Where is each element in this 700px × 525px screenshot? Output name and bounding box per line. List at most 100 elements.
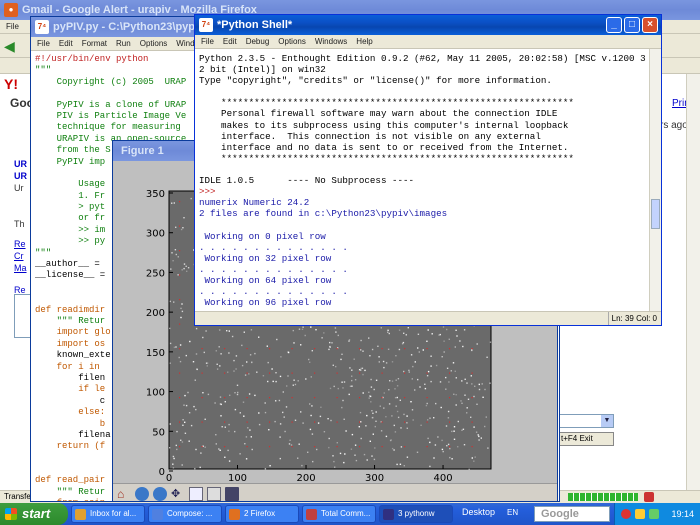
desktop-toolbar-label[interactable]: Desktop: [462, 507, 495, 517]
particle: [337, 387, 339, 390]
vector-marker: [336, 348, 338, 350]
particle: [377, 345, 379, 347]
dropdown-select[interactable]: ▼: [556, 414, 614, 428]
particle: [462, 428, 465, 430]
firefox-menu-file[interactable]: File: [6, 20, 19, 33]
particle: [235, 355, 238, 357]
particle: [341, 381, 343, 383]
particle: [266, 345, 268, 347]
shell-menu-debug[interactable]: Debug: [246, 35, 270, 48]
task-total-commander[interactable]: Total Comm...: [302, 505, 376, 523]
editor-menu-run[interactable]: Run: [116, 37, 131, 50]
particle: [237, 391, 239, 394]
particle: [489, 382, 491, 384]
particle: [383, 407, 385, 409]
editor-menu-options[interactable]: Options: [140, 37, 168, 50]
close-icon[interactable]: ×: [642, 17, 658, 33]
particle: [437, 436, 439, 438]
particle: [351, 379, 353, 382]
particle: [453, 393, 455, 395]
particle: [449, 456, 451, 459]
particle: [274, 420, 276, 423]
task-compose[interactable]: Compose: ...: [148, 505, 222, 523]
yahoo-logo[interactable]: Y!: [4, 76, 18, 92]
forward-icon[interactable]: [153, 487, 167, 501]
task-pythonw[interactable]: 3 pythonw: [379, 505, 453, 523]
clock: 19:14: [671, 509, 694, 519]
zoom-icon[interactable]: [189, 487, 203, 501]
shell-titlebar[interactable]: 7⁴ *Python Shell* _ □ ×: [195, 15, 661, 35]
shell-menu-edit[interactable]: Edit: [223, 35, 237, 48]
particle: [391, 380, 394, 382]
vector-marker: [246, 348, 248, 350]
page-scrollbar[interactable]: [686, 74, 700, 490]
vector-marker: [201, 348, 203, 350]
vector-marker: [381, 348, 383, 350]
particle: [396, 410, 399, 413]
particle: [342, 387, 344, 389]
x-tick-label: 100: [228, 473, 247, 483]
particle: [218, 448, 220, 450]
particle: [451, 430, 453, 433]
firefox-icon: ●: [4, 3, 18, 17]
particle: [360, 437, 362, 440]
python-icon: 7⁴: [35, 20, 49, 34]
particle: [385, 416, 387, 418]
save-icon[interactable]: [225, 487, 239, 501]
particle: [430, 380, 432, 383]
particle: [308, 358, 310, 361]
task-firefox[interactable]: 2 Firefox: [225, 505, 299, 523]
maximize-icon[interactable]: □: [624, 17, 640, 33]
shell-menu-file[interactable]: File: [201, 35, 214, 48]
particle: [175, 444, 177, 447]
particle: [464, 394, 466, 396]
particle: [279, 375, 282, 378]
particle: [380, 327, 382, 329]
shell-menu-options[interactable]: Options: [278, 35, 306, 48]
task-inbox[interactable]: Inbox for al...: [71, 505, 145, 523]
shell-menu-help[interactable]: Help: [356, 35, 372, 48]
tray-icon: [635, 509, 645, 519]
start-button[interactable]: start: [0, 503, 68, 525]
home-icon[interactable]: ⌂: [117, 487, 131, 501]
pan-icon[interactable]: ✥: [171, 487, 185, 501]
particle: [410, 401, 412, 403]
particle: [366, 414, 368, 417]
back-arrow-icon[interactable]: ◀: [4, 38, 15, 55]
particle: [182, 424, 184, 426]
editor-menu-edit[interactable]: Edit: [59, 37, 73, 50]
language-indicator[interactable]: EN: [507, 508, 518, 517]
back-icon[interactable]: [135, 487, 149, 501]
google-search-box[interactable]: Google: [534, 506, 610, 522]
particle: [244, 443, 246, 445]
particle: [349, 385, 352, 387]
particle: [340, 358, 342, 361]
particle: [176, 430, 178, 433]
vector-marker: [179, 250, 181, 252]
particle: [395, 405, 397, 407]
particle: [406, 422, 408, 424]
particle: [433, 417, 435, 419]
particle: [204, 446, 206, 448]
particle: [194, 379, 196, 381]
particle: [235, 368, 237, 370]
particle: [427, 329, 429, 331]
editor-menu-file[interactable]: File: [37, 37, 50, 50]
particle: [414, 361, 416, 363]
minimize-icon[interactable]: _: [606, 17, 622, 33]
exit-button[interactable]: t+F4 Exit: [556, 432, 614, 446]
shell-menu-windows[interactable]: Windows: [315, 35, 347, 48]
vector-marker: [291, 421, 293, 423]
shell-scrollbar[interactable]: [649, 49, 661, 311]
shell-scroll-thumb[interactable]: [651, 199, 660, 229]
particle: [400, 446, 403, 448]
particle: [276, 338, 278, 341]
shell-text-area[interactable]: Python 2.3.5 - Enthought Edition 0.9.2 (…: [195, 49, 649, 311]
vector-marker: [179, 397, 181, 399]
vector-marker: [246, 446, 248, 448]
subplots-icon[interactable]: [207, 487, 221, 501]
editor-menu-format[interactable]: Format: [82, 37, 107, 50]
vector-marker: [246, 372, 248, 374]
particle: [435, 364, 438, 367]
